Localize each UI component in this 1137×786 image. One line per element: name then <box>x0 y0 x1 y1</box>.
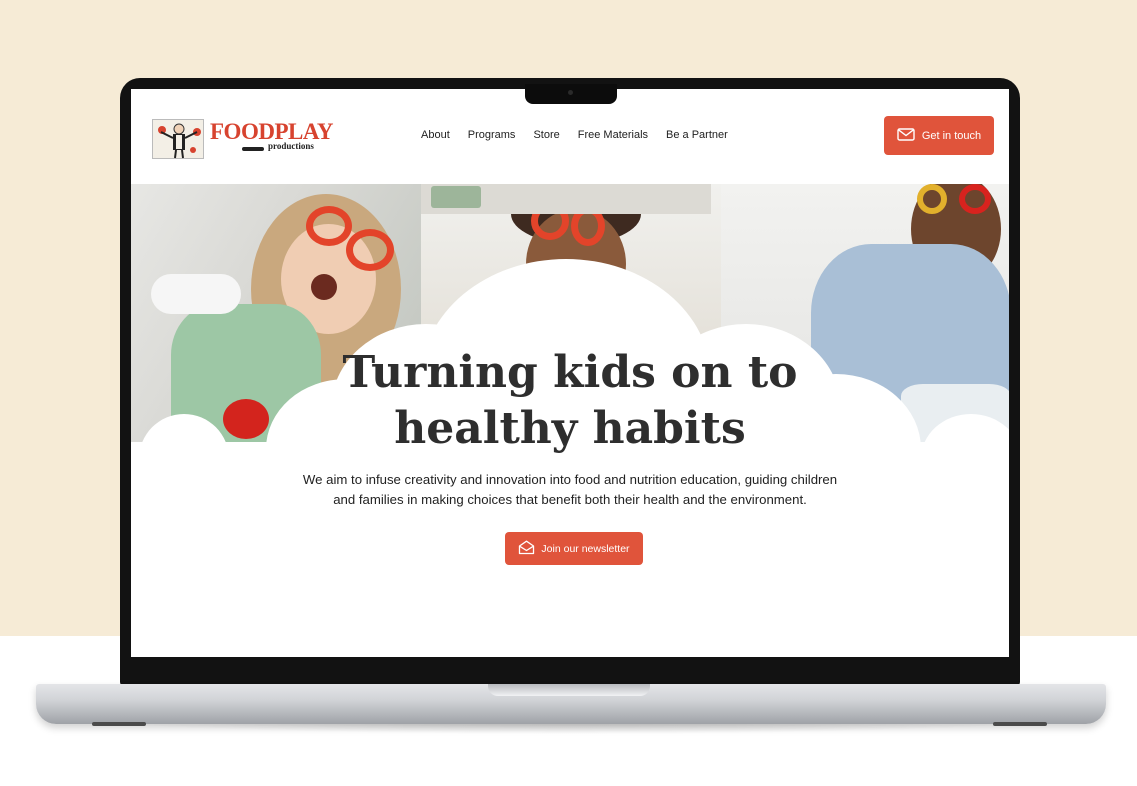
nav-item-free-materials[interactable]: Free Materials <box>578 129 648 141</box>
nav-item-about[interactable]: About <box>421 129 450 141</box>
mail-icon <box>897 127 915 144</box>
laptop-hinge <box>488 684 650 696</box>
hero-headline-line2: healthy habits <box>394 403 746 454</box>
nav-item-be-a-partner[interactable]: Be a Partner <box>666 129 728 141</box>
join-newsletter-button[interactable]: Join our newsletter <box>505 532 643 565</box>
nav-item-store[interactable]: Store <box>533 129 559 141</box>
mascot-logo-icon <box>152 119 204 159</box>
main-nav: About Programs Store Free Materials Be a… <box>421 129 728 141</box>
website-screen: FOODPLAY productions About Programs Stor… <box>131 89 1009 657</box>
laptop-foot-right <box>993 722 1047 726</box>
laptop-foot-left <box>92 722 146 726</box>
nav-item-programs[interactable]: Programs <box>468 129 516 141</box>
hero-headline: Turning kids on to healthy habits <box>270 345 870 457</box>
join-newsletter-label: Join our newsletter <box>541 542 630 555</box>
hero-description: We aim to infuse creativity and innovati… <box>270 470 870 510</box>
logo-underline <box>242 147 264 151</box>
hero-description-line1: We aim to infuse creativity and innovati… <box>302 472 838 487</box>
brand-logo[interactable]: FOODPLAY productions <box>152 117 333 161</box>
camera-icon <box>568 90 573 95</box>
hero-headline-line1: Turning kids on to <box>342 347 798 398</box>
get-in-touch-label: Get in touch <box>921 129 982 142</box>
logo-subtitle: productions <box>268 141 314 151</box>
get-in-touch-button[interactable]: Get in touch <box>884 116 994 155</box>
laptop-notch <box>525 84 617 104</box>
hero-description-line2: and families in making choices that bene… <box>333 492 807 507</box>
envelope-open-icon <box>518 540 535 558</box>
